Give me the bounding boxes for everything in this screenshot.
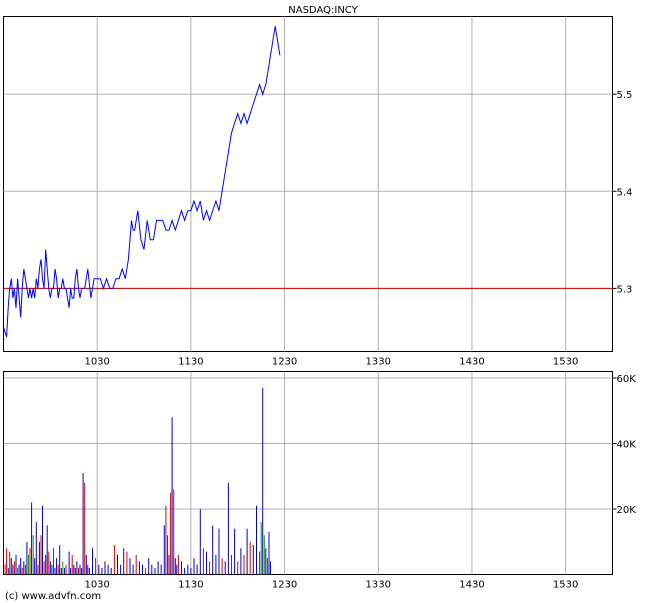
chart-title: NASDAQ:INCY <box>288 5 358 16</box>
volume-x-tick-label: 1330 <box>366 580 391 591</box>
price-x-tick-label: 1430 <box>459 357 484 368</box>
price-x-axis: 1030 1130 1230 1330 1430 1530 <box>84 357 578 368</box>
price-y-tick-label: 5.4 <box>617 187 633 198</box>
price-x-tick-label: 1330 <box>366 357 391 368</box>
volume-y-tick-label: 60K <box>617 374 637 385</box>
credit-text: (c) www.advfn.com <box>5 591 101 602</box>
price-x-tick-label: 1230 <box>272 357 297 368</box>
volume-x-tick-label: 1430 <box>459 580 484 591</box>
price-x-tick-label: 1530 <box>553 357 578 368</box>
chart-canvas: 5.3 5.4 5.5 1030 1130 1230 1330 1430 1530 NASDA… <box>3 5 637 602</box>
volume-x-tick-label: 1130 <box>178 580 203 591</box>
price-y-tick-label: 5.3 <box>617 284 633 295</box>
price-panel: 5.3 5.4 5.5 1030 1130 1230 1330 1430 1530 NASDA… <box>3 5 633 368</box>
volume-x-tick-label: 1530 <box>553 580 578 591</box>
volume-y-tick-label: 20K <box>617 505 637 516</box>
volume-panel: 20K 40K 60K 1030 1130 1230 1330 1430 1530 <box>3 371 637 591</box>
price-x-tick-label: 1130 <box>178 357 203 368</box>
price-plot-frame <box>3 16 613 352</box>
volume-x-tick-label: 1230 <box>272 580 297 591</box>
price-y-axis: 5.3 5.4 5.5 <box>612 90 633 295</box>
volume-plot-frame <box>3 371 613 575</box>
volume-x-axis: 1030 1130 1230 1330 1430 1530 <box>84 580 578 591</box>
volume-y-axis: 20K 40K 60K <box>612 374 637 516</box>
volume-y-tick-label: 40K <box>617 440 637 451</box>
price-x-tick-label: 1030 <box>84 357 109 368</box>
price-y-tick-label: 5.5 <box>617 90 633 101</box>
volume-x-tick-label: 1030 <box>84 580 109 591</box>
